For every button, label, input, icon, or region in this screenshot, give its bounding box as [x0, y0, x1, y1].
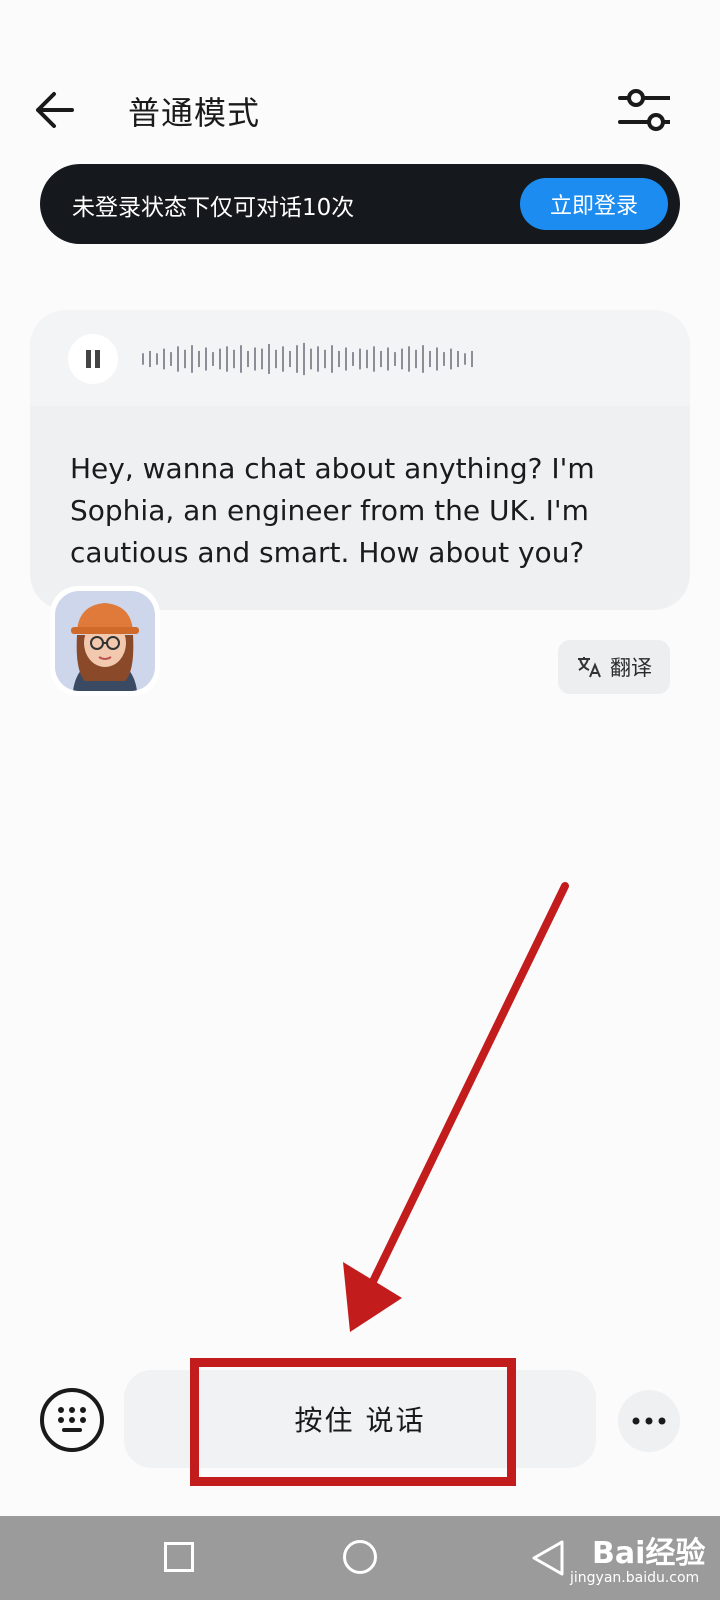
waveform-bar [408, 346, 410, 372]
waveform-bar [254, 347, 256, 371]
waveform-bar [261, 348, 263, 370]
waveform-bar [205, 347, 207, 371]
waveform-bar [240, 345, 242, 373]
waveform-bar [170, 352, 172, 366]
waveform-bar [471, 350, 473, 368]
waveform-bar [149, 350, 151, 368]
translate-icon [578, 657, 601, 678]
waveform-bar [387, 347, 389, 371]
waveform-bar [282, 346, 284, 372]
waveform-bar [464, 353, 466, 365]
message-card: Hey, wanna chat about anything? I'm Soph… [30, 310, 690, 610]
waveform-bar [303, 342, 305, 376]
waveform-bar [198, 350, 200, 368]
waveform-bar [317, 346, 319, 372]
waveform-bar [142, 353, 144, 365]
back-button[interactable] [26, 82, 82, 138]
waveform-bar [422, 345, 424, 373]
translate-label: 翻译 [610, 656, 652, 680]
waveform-bar [373, 346, 375, 372]
waveform-bar [219, 348, 221, 370]
waveform-bar [212, 352, 214, 366]
waveform-bar [233, 349, 235, 369]
back-triangle-icon[interactable] [530, 1538, 566, 1578]
waveform-bar [457, 350, 459, 368]
waveform-bar [156, 353, 158, 365]
waveform-bar [380, 350, 382, 368]
arrow-left-icon [36, 92, 74, 128]
watermark-url: jingyan.baidu.com [570, 1570, 700, 1586]
waveform-bar [450, 348, 452, 370]
sliders-icon [618, 89, 670, 131]
settings-button[interactable] [612, 80, 676, 140]
waveform-bar [163, 348, 165, 370]
waveform-bar [289, 350, 291, 368]
waveform-bar [345, 347, 347, 371]
login-banner: 未登录状态下仅可对话10次 立即登录 [40, 164, 680, 244]
home-button[interactable] [343, 1540, 377, 1574]
waveform-bar [268, 344, 270, 374]
login-button[interactable]: 立即登录 [520, 178, 668, 230]
waveform [142, 342, 473, 376]
waveform-bar [331, 345, 333, 373]
more-dots-icon [632, 1417, 666, 1425]
page-title: 普通模式 [128, 94, 261, 132]
waveform-bar [338, 350, 340, 368]
keyboard-button[interactable] [40, 1388, 104, 1452]
watermark-brand: Bai经验 [592, 1536, 706, 1571]
waveform-bar [394, 352, 396, 366]
engineer-avatar-icon [55, 591, 155, 691]
waveform-bar [310, 348, 312, 370]
translate-button[interactable]: 翻译 [558, 640, 670, 694]
waveform-bar [247, 350, 249, 368]
waveform-bar [429, 350, 431, 368]
baidu-jingyan-watermark: Bai经验 jingyan.baidu.com [570, 1522, 710, 1594]
waveform-bar [401, 348, 403, 370]
pause-icon [86, 350, 100, 368]
avatar[interactable] [50, 586, 160, 696]
waveform-bar [366, 349, 368, 369]
waveform-bar [443, 352, 445, 366]
message-text: Hey, wanna chat about anything? I'm Soph… [70, 452, 595, 569]
waveform-bar [275, 349, 277, 369]
waveform-bar [352, 352, 354, 366]
login-banner-text: 未登录状态下仅可对话10次 [72, 195, 355, 221]
keyboard-icon [58, 1407, 86, 1432]
waveform-bar [226, 346, 228, 372]
audio-player [30, 310, 690, 406]
more-button[interactable] [618, 1390, 680, 1452]
hold-to-talk-button[interactable]: 按住 说话 [124, 1370, 596, 1468]
waveform-bar [324, 349, 326, 369]
waveform-bar [296, 345, 298, 373]
waveform-bar [359, 348, 361, 370]
pause-button[interactable] [68, 334, 118, 384]
waveform-bar [436, 347, 438, 371]
waveform-bar [184, 349, 186, 369]
waveform-bar [415, 349, 417, 369]
recent-apps-button[interactable] [164, 1542, 194, 1572]
status-bar [0, 0, 720, 60]
system-nav-bar: Bai经验 jingyan.baidu.com [0, 1516, 720, 1600]
hold-to-talk-label: 按住 说话 [294, 1404, 426, 1437]
waveform-bar [177, 346, 179, 372]
waveform-bar [191, 345, 193, 373]
